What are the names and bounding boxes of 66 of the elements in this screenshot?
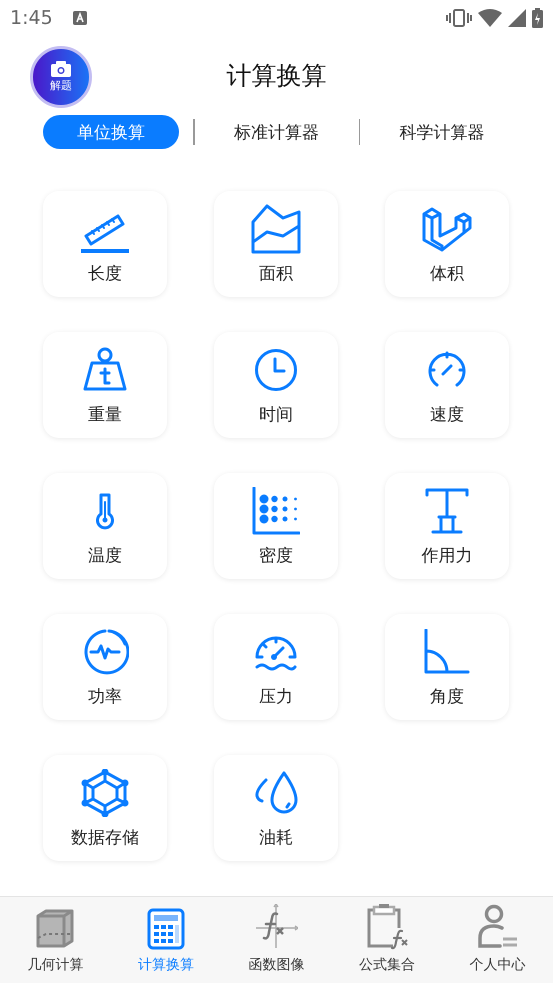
notification-icon — [72, 11, 87, 25]
nav-label: 函数图像 — [248, 956, 304, 974]
wifi-icon — [478, 9, 502, 27]
converter-label: 面积 — [259, 262, 293, 284]
converter-label: 时间 — [259, 404, 293, 426]
signal-icon — [508, 9, 526, 27]
converter-label: 密度 — [259, 544, 293, 566]
converter-label: 温度 — [88, 544, 122, 566]
nav-label: 几何计算 — [27, 956, 84, 974]
area-chart-icon — [251, 204, 301, 254]
scatter-dots-icon — [252, 486, 300, 534]
clipboard-formula-icon[interactable] — [365, 904, 410, 950]
solve-label: 解题 — [50, 79, 72, 93]
converter-card[interactable]: 速度 — [385, 332, 509, 438]
converter-card[interactable]: 角度 — [385, 614, 509, 720]
converter-label: 油耗 — [259, 826, 293, 848]
converter-label: 压力 — [259, 686, 293, 708]
tab[interactable]: 科学计算器 — [374, 115, 510, 149]
page-title: 计算换算 — [226, 60, 326, 92]
water-drops-icon — [254, 770, 298, 816]
converter-label: 角度 — [430, 686, 464, 708]
converter-card[interactable]: 时间 — [214, 332, 338, 438]
nav-tab[interactable]: 公式集合 — [332, 897, 442, 983]
nav-tab[interactable]: 函数图像 — [221, 897, 332, 983]
clock-icon — [254, 348, 298, 392]
converter-card[interactable]: 温度 — [43, 473, 167, 579]
vibrate-icon — [446, 9, 472, 27]
converter-card[interactable]: 密度 — [214, 473, 338, 579]
cube-icon[interactable] — [34, 908, 76, 950]
user-icon[interactable] — [476, 904, 520, 950]
tab[interactable]: 单位换算 — [43, 115, 179, 149]
calculator-icon[interactable] — [146, 908, 185, 950]
converter-card[interactable]: 作用力 — [385, 473, 509, 579]
weight-icon — [82, 346, 128, 392]
nav-label: 个人中心 — [470, 956, 526, 974]
tab[interactable]: 标准计算器 — [208, 115, 344, 149]
nav-label: 计算换算 — [138, 956, 194, 974]
function-graph-icon[interactable] — [254, 904, 298, 950]
nav-tab[interactable]: 几何计算 — [0, 897, 111, 983]
solve-button[interactable]: 解题 — [30, 46, 92, 108]
nav-tab[interactable]: 计算换算 — [110, 897, 222, 983]
camera-icon — [51, 61, 71, 77]
converter-card[interactable]: 功率 — [43, 614, 167, 720]
converter-label: 长度 — [88, 262, 122, 284]
converter-label: 体积 — [430, 262, 464, 284]
angle-icon — [424, 628, 470, 674]
gauge-icon — [427, 350, 467, 390]
converter-label: 功率 — [88, 686, 122, 708]
converter-label: 速度 — [430, 404, 464, 426]
press-icon — [425, 486, 469, 534]
converter-label: 作用力 — [422, 544, 472, 566]
converter-card[interactable]: 面积 — [214, 191, 338, 297]
converter-card[interactable]: 压力 — [214, 614, 338, 720]
thermometer-icon — [95, 492, 115, 530]
nav-label: 公式集合 — [359, 956, 416, 974]
status-time: 1:45 — [10, 7, 53, 29]
converter-card[interactable]: 长度 — [43, 191, 167, 297]
converter-card[interactable]: 重量 — [43, 332, 167, 438]
network-icon — [81, 768, 129, 816]
battery-icon — [532, 8, 543, 28]
converter-label: 重量 — [88, 404, 122, 426]
nav-tab[interactable]: 个人中心 — [442, 897, 553, 983]
converter-card[interactable]: 体积 — [385, 191, 509, 297]
converter-label: 数据存储 — [71, 826, 139, 848]
converter-card[interactable]: 数据存储 — [43, 755, 167, 861]
converter-card[interactable]: 油耗 — [214, 755, 338, 861]
